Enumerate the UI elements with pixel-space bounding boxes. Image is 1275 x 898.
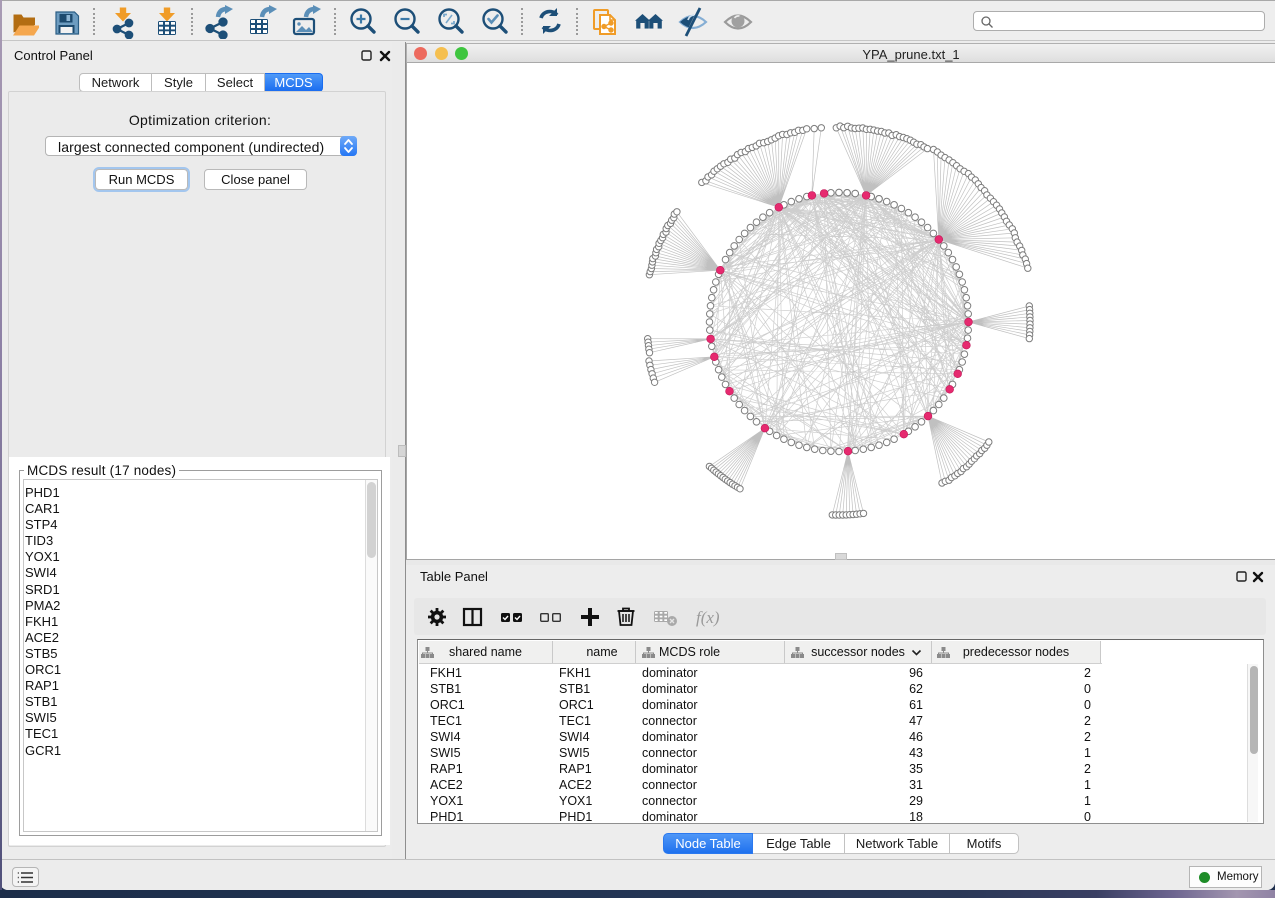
svg-text:f(x): f(x) — [696, 608, 720, 627]
